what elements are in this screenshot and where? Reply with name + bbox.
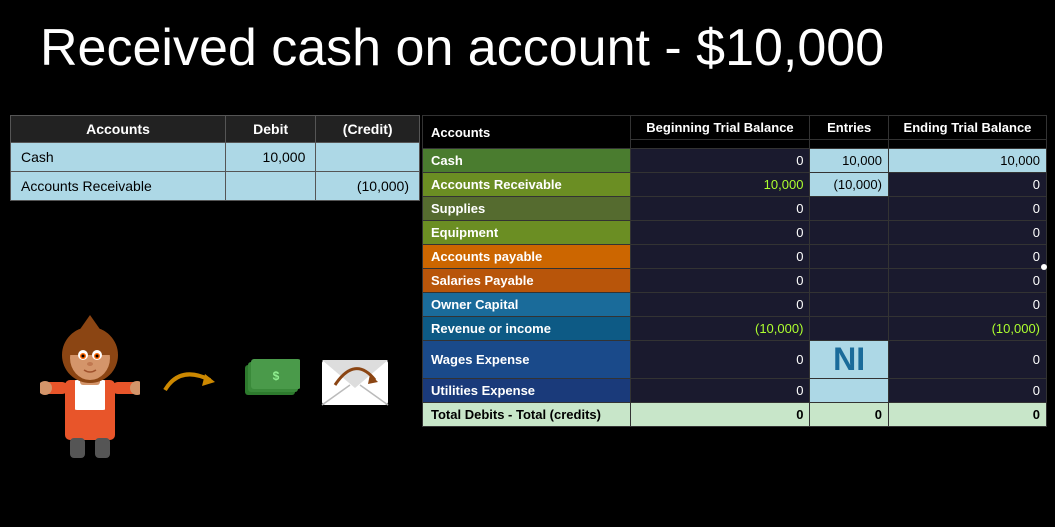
- journal-account-1: Accounts Receivable: [11, 172, 226, 201]
- tb-header-entries: Entries: [810, 116, 889, 140]
- tb-ending-2: 0: [888, 197, 1046, 221]
- tb-ending-9: 0: [888, 379, 1046, 403]
- tb-beginning-8: 0: [630, 341, 810, 379]
- tb-beginning-9: 0: [630, 379, 810, 403]
- tb-ending-10: 0: [888, 403, 1046, 427]
- journal-header-accounts: Accounts: [11, 116, 226, 143]
- tb-ending-8: 0: [888, 341, 1046, 379]
- illustration-area: $: [10, 270, 420, 490]
- tb-entries-1: (10,000): [810, 173, 889, 197]
- tb-account-1: Accounts Receivable: [423, 173, 631, 197]
- journal-credit-0: [316, 143, 420, 172]
- arrow-icon: [160, 360, 220, 400]
- tb-account-7: Revenue or income: [423, 317, 631, 341]
- tb-entries-10: 0: [810, 403, 889, 427]
- journal-debit-1: [225, 172, 315, 201]
- tb-account-0: Cash: [423, 149, 631, 173]
- svg-text:$: $: [273, 369, 280, 383]
- tb-beginning-2: 0: [630, 197, 810, 221]
- tb-account-9: Utilities Expense: [423, 379, 631, 403]
- journal-header-credit: (Credit): [316, 116, 420, 143]
- journal-table: Accounts Debit (Credit) Cash10,000Accoun…: [10, 115, 420, 201]
- tb-ending-3: 0: [888, 221, 1046, 245]
- tb-header-accounts: Accounts: [423, 116, 631, 149]
- tb-beginning-10: 0: [630, 403, 810, 427]
- money-icon: $: [240, 350, 300, 410]
- tb-ending-7: (10,000): [888, 317, 1046, 341]
- tb-ending-5: 0: [888, 269, 1046, 293]
- tb-entries-2: [810, 197, 889, 221]
- tb-beginning-4: 0: [630, 245, 810, 269]
- tb-beginning-7: (10,000): [630, 317, 810, 341]
- journal-header-debit: Debit: [225, 116, 315, 143]
- journal-account-0: Cash: [11, 143, 226, 172]
- character-figure: [40, 300, 140, 460]
- tb-header-ending: Ending Trial Balance: [888, 116, 1046, 140]
- tb-entries-8: NI: [810, 341, 889, 379]
- tb-entries-5: [810, 269, 889, 293]
- journal-debit-0: 10,000: [225, 143, 315, 172]
- tb-account-3: Equipment: [423, 221, 631, 245]
- tb-entries-7: [810, 317, 889, 341]
- tb-entries-9: [810, 379, 889, 403]
- tb-beginning-1: 10,000: [630, 173, 810, 197]
- envelope-icon: [320, 350, 390, 410]
- tb-account-10: Total Debits - Total (credits): [423, 403, 631, 427]
- tb-entries-3: [810, 221, 889, 245]
- tb-account-5: Salaries Payable: [423, 269, 631, 293]
- tb-account-6: Owner Capital: [423, 293, 631, 317]
- tb-account-2: Supplies: [423, 197, 631, 221]
- tb-ending-0: 10,000: [888, 149, 1046, 173]
- trial-balance-table: Accounts Beginning Trial Balance Entries…: [422, 115, 1047, 427]
- page-title: Received cash on account - $10,000: [40, 18, 884, 78]
- tb-beginning-5: 0: [630, 269, 810, 293]
- tb-ending-1: 0: [888, 173, 1046, 197]
- tb-entries-4: [810, 245, 889, 269]
- tb-account-8: Wages Expense: [423, 341, 631, 379]
- tb-ending-4: 0: [888, 245, 1046, 269]
- tb-beginning-0: 0: [630, 149, 810, 173]
- tb-beginning-6: 0: [630, 293, 810, 317]
- tb-ending-6: 0: [888, 293, 1046, 317]
- tb-header-beginning: Beginning Trial Balance: [630, 116, 810, 140]
- tb-beginning-3: 0: [630, 221, 810, 245]
- journal-credit-1: (10,000): [316, 172, 420, 201]
- tb-entries-0: 10,000: [810, 149, 889, 173]
- tb-account-4: Accounts payable: [423, 245, 631, 269]
- decorative-dot: [1041, 264, 1047, 270]
- tb-entries-6: [810, 293, 889, 317]
